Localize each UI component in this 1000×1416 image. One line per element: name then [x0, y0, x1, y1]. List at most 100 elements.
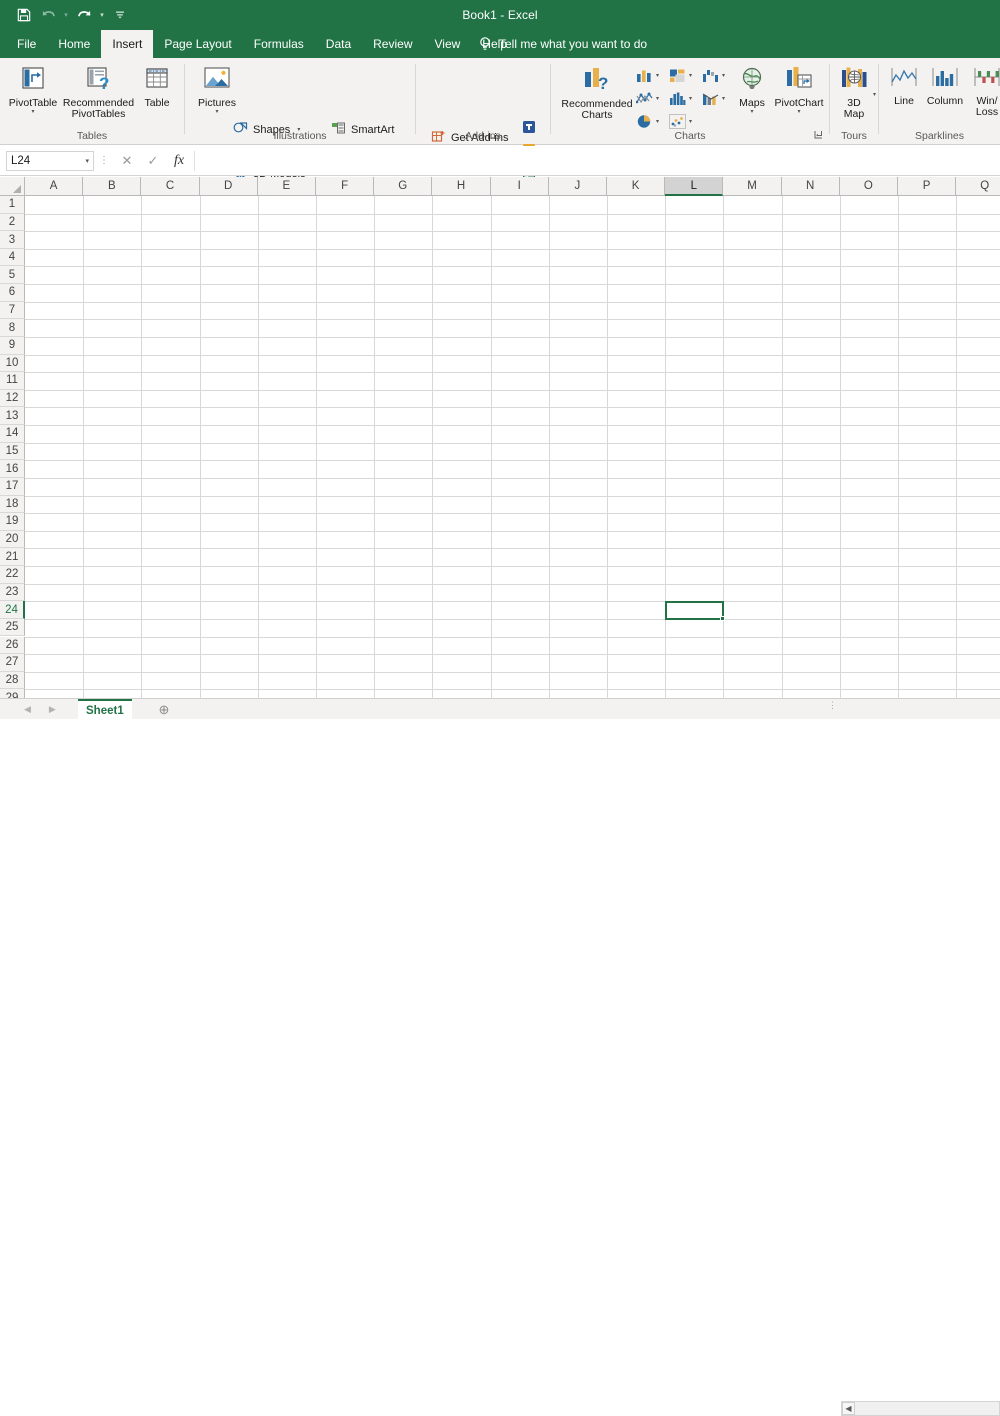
column-header-c[interactable]: C: [141, 177, 200, 196]
statistic-chart-button[interactable]: ▾: [669, 91, 692, 106]
3d-map-button[interactable]: 3D Map ▾: [834, 66, 876, 121]
row-header-24[interactable]: 24: [0, 601, 25, 619]
tab-file[interactable]: File: [6, 30, 47, 58]
pictures-caret-icon[interactable]: ▾: [215, 109, 218, 116]
column-header-l[interactable]: L: [665, 177, 724, 196]
row-header-20[interactable]: 20: [0, 530, 25, 549]
row-header-29[interactable]: 29: [0, 689, 25, 698]
column-header-e[interactable]: E: [257, 177, 316, 196]
combo-chart-caret-icon[interactable]: ▾: [722, 95, 725, 102]
pictures-button[interactable]: Pictures ▾: [193, 66, 241, 116]
scatter-chart-caret-icon[interactable]: ▾: [689, 118, 692, 125]
column-chart-caret-icon[interactable]: ▾: [656, 72, 659, 79]
column-header-a[interactable]: A: [25, 177, 84, 196]
sheet-tab-sheet1[interactable]: Sheet1: [78, 699, 132, 720]
tab-insert[interactable]: Insert: [101, 30, 154, 58]
pivot-table-button[interactable]: PivotTable ▾: [5, 66, 61, 116]
row-header-6[interactable]: 6: [0, 284, 25, 302]
cancel-formula-icon[interactable]: ✕: [114, 153, 140, 169]
row-header-1[interactable]: 1: [0, 196, 25, 214]
row-header-25[interactable]: 25: [0, 618, 25, 637]
column-header-n[interactable]: N: [781, 177, 840, 196]
name-box[interactable]: L24 ▾: [6, 150, 94, 171]
recommended-pivot-tables-button[interactable]: ? Recommended PivotTables: [56, 66, 141, 121]
tab-formulas[interactable]: Formulas: [243, 30, 315, 58]
row-header-5[interactable]: 5: [0, 266, 25, 285]
row-header-2[interactable]: 2: [0, 213, 25, 232]
column-header-f[interactable]: F: [316, 177, 375, 196]
pivot-chart-button[interactable]: PivotChart ▾: [771, 66, 827, 116]
formula-bar-grip[interactable]: ⋮: [94, 155, 114, 166]
column-header-k[interactable]: K: [607, 177, 666, 196]
column-header-q[interactable]: Q: [956, 177, 1000, 196]
pivot-table-caret-icon[interactable]: ▾: [31, 109, 34, 116]
insert-function-icon[interactable]: fx: [166, 153, 192, 169]
horizontal-split-grip[interactable]: ⋮: [828, 701, 837, 710]
row-header-10[interactable]: 10: [0, 354, 25, 373]
row-header-23[interactable]: 23: [0, 583, 25, 602]
column-header-h[interactable]: H: [432, 177, 491, 196]
row-header-12[interactable]: 12: [0, 389, 25, 408]
combo-chart-button[interactable]: ▾: [702, 91, 725, 106]
pivot-chart-caret-icon[interactable]: ▾: [797, 109, 800, 116]
row-header-22[interactable]: 22: [0, 566, 25, 584]
row-header-26[interactable]: 26: [0, 636, 25, 655]
row-header-13[interactable]: 13: [0, 407, 25, 426]
row-header-15[interactable]: 15: [0, 442, 25, 461]
row-header-17[interactable]: 17: [0, 477, 25, 496]
select-all-corner[interactable]: [0, 177, 25, 196]
spreadsheet-grid[interactable]: ABCDEFGHIJKLMNOPQ 1 2 3 4 5 6 7 8 9 10 11 12 13 14 15 1…: [0, 177, 1000, 698]
row-header-7[interactable]: 7: [0, 301, 25, 320]
column-header-g[interactable]: G: [374, 177, 433, 196]
row-header-19[interactable]: 19: [0, 513, 25, 531]
waterfall-chart-caret-icon[interactable]: ▾: [722, 72, 725, 79]
recommended-charts-button[interactable]: ? Recommended Charts: [556, 66, 638, 122]
enter-formula-icon[interactable]: ✓: [140, 153, 166, 169]
add-sheet-icon[interactable]: ⊕: [152, 699, 176, 720]
row-header-3[interactable]: 3: [0, 231, 25, 249]
column-header-b[interactable]: B: [83, 177, 142, 196]
selected-cell-l24[interactable]: [665, 601, 724, 620]
row-header-18[interactable]: 18: [0, 495, 25, 514]
statistic-chart-caret-icon[interactable]: ▾: [689, 95, 692, 102]
row-header-4[interactable]: 4: [0, 248, 25, 267]
name-box-caret-icon[interactable]: ▾: [85, 157, 89, 165]
waterfall-chart-button[interactable]: ▾: [702, 68, 725, 83]
tell-me-search[interactable]: Tell me what you want to do: [478, 30, 647, 58]
row-header-8[interactable]: 8: [0, 319, 25, 337]
tab-home[interactable]: Home: [47, 30, 101, 58]
column-header-d[interactable]: D: [199, 177, 258, 196]
scatter-chart-button[interactable]: ▾: [669, 114, 692, 129]
sparkline-win-loss-button[interactable]: Win/ Loss: [967, 66, 1000, 119]
horizontal-scrollbar[interactable]: [841, 1401, 1000, 1416]
column-chart-button[interactable]: ▾: [636, 68, 659, 83]
tab-review[interactable]: Review: [362, 30, 423, 58]
column-header-p[interactable]: P: [898, 177, 957, 196]
maps-caret-icon[interactable]: ▾: [750, 109, 753, 116]
column-header-m[interactable]: M: [723, 177, 782, 196]
tab-data[interactable]: Data: [315, 30, 362, 58]
pie-chart-caret-icon[interactable]: ▾: [656, 118, 659, 125]
row-header-9[interactable]: 9: [0, 336, 25, 355]
sheet-nav-next-icon[interactable]: ▶: [49, 704, 56, 715]
row-header-11[interactable]: 11: [0, 372, 25, 390]
formula-input[interactable]: [194, 150, 1000, 171]
maps-button[interactable]: Maps ▾: [731, 66, 773, 116]
sheet-nav-prev-icon[interactable]: ◀: [24, 704, 31, 715]
row-header-27[interactable]: 27: [0, 654, 25, 672]
column-header-i[interactable]: I: [490, 177, 549, 196]
pie-chart-button[interactable]: ▾: [636, 114, 659, 129]
fill-handle[interactable]: [720, 616, 725, 621]
row-header-14[interactable]: 14: [0, 425, 25, 443]
column-header-o[interactable]: O: [839, 177, 898, 196]
column-header-j[interactable]: J: [548, 177, 607, 196]
sparkline-column-button[interactable]: Column: [921, 66, 969, 107]
row-header-28[interactable]: 28: [0, 671, 25, 690]
row-header-16[interactable]: 16: [0, 460, 25, 478]
scroll-left-icon[interactable]: ◀: [842, 1402, 855, 1415]
line-chart-caret-icon[interactable]: ▾: [656, 95, 659, 102]
hierarchy-chart-button[interactable]: ▾: [669, 68, 692, 83]
tab-view[interactable]: View: [424, 30, 472, 58]
table-button[interactable]: Table: [134, 66, 180, 109]
line-chart-button[interactable]: ▾: [636, 91, 659, 106]
